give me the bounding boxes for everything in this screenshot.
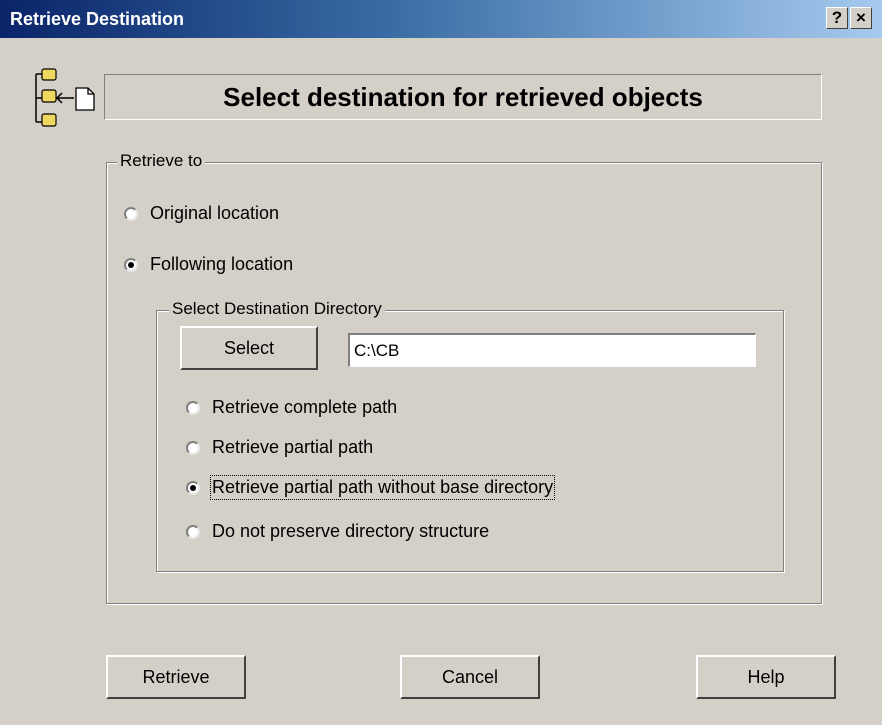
radio-partial-path[interactable]: Retrieve partial path (186, 437, 373, 458)
radio-button[interactable] (186, 524, 200, 539)
radio-complete-path[interactable]: Retrieve complete path (186, 397, 397, 418)
cancel-button[interactable]: Cancel (400, 655, 540, 699)
retrieve-button-label: Retrieve (142, 666, 210, 687)
retrieve-to-legend: Retrieve to (117, 151, 206, 171)
help-dialog-button[interactable]: Help (696, 655, 836, 699)
radio-button[interactable] (124, 206, 138, 221)
radio-label: Do not preserve directory structure (212, 521, 490, 541)
close-icon: × (856, 8, 866, 27)
radio-partial-path-without-base[interactable]: Retrieve partial path without base direc… (186, 475, 556, 500)
question-icon: ? (831, 8, 843, 27)
banner-heading: Select destination for retrieved objects (104, 74, 822, 120)
radio-button[interactable] (124, 257, 138, 272)
radio-label: Retrieve partial path without base direc… (209, 475, 556, 500)
radio-following-location[interactable]: Following location (124, 254, 293, 275)
radio-button[interactable] (186, 480, 200, 495)
close-button[interactable]: × (850, 7, 872, 29)
radio-label: Original location (150, 203, 280, 223)
help-button-label: Help (747, 666, 785, 687)
radio-button[interactable] (186, 440, 200, 455)
radio-no-directory-structure[interactable]: Do not preserve directory structure (186, 521, 489, 542)
help-button[interactable]: ? (826, 7, 848, 29)
retrieve-button[interactable]: Retrieve (106, 655, 246, 699)
radio-label: Following location (150, 254, 294, 274)
radio-label: Retrieve partial path (212, 437, 374, 457)
radio-label: Retrieve complete path (212, 397, 398, 417)
select-button[interactable]: Select (180, 326, 318, 370)
destination-directory-legend: Select Destination Directory (169, 299, 385, 319)
radio-original-location[interactable]: Original location (124, 203, 279, 224)
radio-button[interactable] (186, 400, 200, 415)
select-button-label: Select (223, 337, 275, 358)
title-bar[interactable]: Retrieve Destination ? × (0, 0, 882, 38)
folder-tree-retrieve-icon (35, 68, 95, 127)
cancel-button-label: Cancel (441, 666, 499, 687)
window-title: Retrieve Destination (10, 9, 185, 29)
destination-path-input[interactable] (348, 333, 756, 367)
